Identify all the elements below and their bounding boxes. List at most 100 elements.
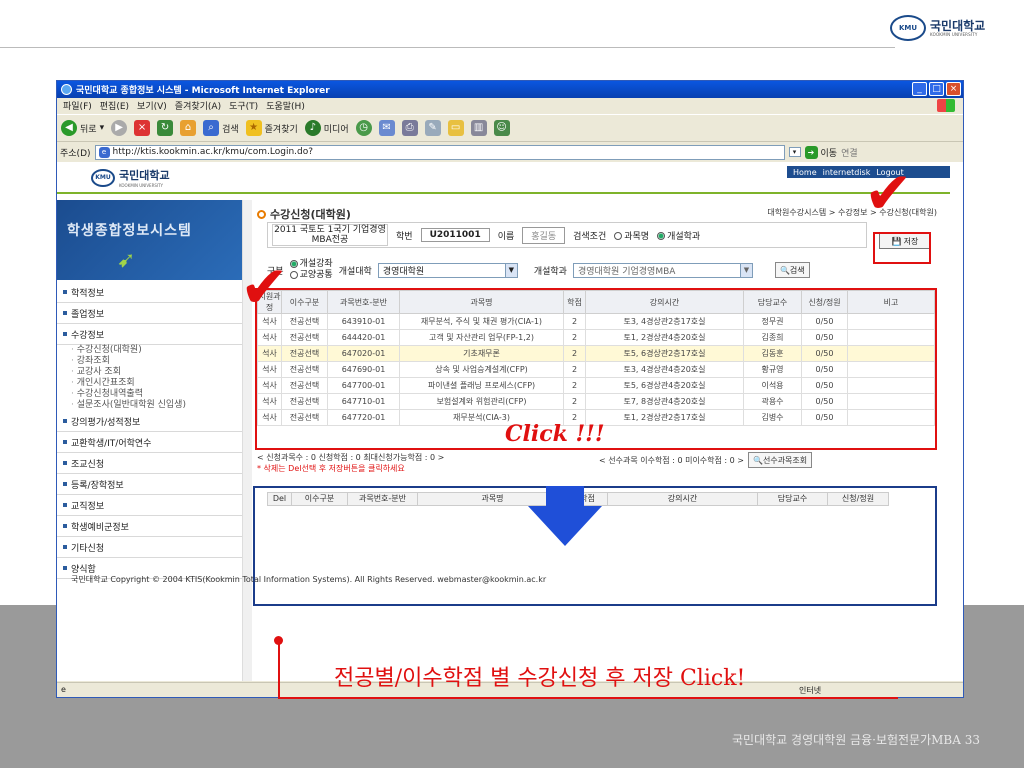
address-label: 주소(D) bbox=[60, 148, 91, 159]
menu-file[interactable]: 파일(F) bbox=[63, 99, 92, 112]
messenger-button[interactable]: ☺ bbox=[493, 120, 510, 136]
table-row[interactable]: 석사 전공선택 643910-01 재무분석, 주식 및 채권 평가(CIA-1) 2 토… bbox=[257, 313, 935, 330]
student-info: 2011 국토도 1국기 기업경영MBA전공 학번 U2011001 이름 홍길… bbox=[267, 222, 867, 248]
research-button[interactable]: ▥ bbox=[470, 120, 487, 136]
dept-select[interactable]: 경영대학원 기업경영MBA ▼ bbox=[572, 262, 753, 278]
sidebar-item-graduation[interactable]: 졸업정보 bbox=[57, 303, 242, 324]
table-cell: 0/50 bbox=[801, 345, 848, 362]
home-icon: ⌂ bbox=[180, 120, 197, 136]
filter-row: 구분 개설강좌 교양공통 개설대학 경영대학원 ▼ 개설학과 경영대학원 기업경영… bbox=[267, 258, 937, 282]
table-cell: 석사 bbox=[257, 345, 282, 362]
table-cell: 토5, 6경상관2층17호실 bbox=[585, 345, 744, 362]
table-cell: 전공선택 bbox=[281, 361, 328, 378]
home-link[interactable]: Home bbox=[793, 168, 817, 177]
back-button[interactable]: ◀ 뒤로 ▾ bbox=[61, 120, 104, 136]
window-titlebar: 국민대학교 종합정보 시스템 - Microsoft Internet Expl… bbox=[57, 81, 963, 98]
header-green-line bbox=[57, 192, 950, 194]
address-input[interactable]: e http://ktis.kookmin.ac.kr/kmu/com.Logi… bbox=[94, 144, 785, 160]
media-button[interactable]: ♪ 미디어 bbox=[304, 120, 349, 136]
print-button[interactable]: ⎙ bbox=[401, 120, 418, 136]
favorites-button[interactable]: ★ 즐겨찾기 bbox=[245, 120, 298, 136]
table-cell: 석사 bbox=[257, 409, 282, 426]
table-cell: 석사 bbox=[257, 377, 282, 394]
menu-help[interactable]: 도움말(H) bbox=[266, 99, 305, 112]
table-cell: 석사 bbox=[257, 329, 282, 346]
menu-edit[interactable]: 편집(E) bbox=[100, 99, 129, 112]
menu-tools[interactable]: 도구(T) bbox=[229, 99, 258, 112]
sidebar-sub-course-search[interactable]: 강좌조회 bbox=[71, 356, 242, 367]
sidebar-sub-print[interactable]: 수강신청내역출력 bbox=[71, 389, 242, 400]
page-title: 수강신청(대학원) bbox=[257, 206, 351, 222]
prereq-search-button[interactable]: 🔍 선수과목조회 bbox=[748, 452, 813, 468]
table-cell bbox=[847, 345, 935, 362]
forward-button[interactable]: ▶ bbox=[111, 120, 128, 136]
radio-subject[interactable]: 과목명 bbox=[614, 229, 649, 242]
maximize-button[interactable]: □ bbox=[929, 82, 944, 96]
refresh-button[interactable]: ↻ bbox=[157, 120, 174, 136]
college-select[interactable]: 경영대학원 ▼ bbox=[377, 262, 518, 278]
student-id-label: 학번 bbox=[396, 231, 413, 242]
sidebar-item-teaching[interactable]: 교직정보 bbox=[57, 495, 242, 516]
brand-name-en: KOOKMIN UNIVERSITY bbox=[930, 31, 978, 37]
address-dropdown[interactable]: ▾ bbox=[788, 147, 801, 157]
folder-button[interactable]: ▭ bbox=[447, 120, 464, 136]
radio-open[interactable]: 개설강좌 bbox=[289, 259, 333, 270]
course-table-body: 석사 전공선택 643910-01 재무분석, 주식 및 채권 평가(CIA-1) 2 토… bbox=[257, 313, 935, 426]
mail-button[interactable]: ✉ bbox=[378, 120, 395, 136]
menu-view[interactable]: 보기(V) bbox=[137, 99, 167, 112]
table-cell: 전공선택 bbox=[281, 345, 328, 362]
minimize-button[interactable]: _ bbox=[912, 82, 927, 96]
sidebar-item-grades[interactable]: 강의평가/성적정보 bbox=[57, 411, 242, 432]
history-button[interactable]: ◷ bbox=[355, 120, 372, 136]
sidebar-sub-instructor[interactable]: 교강사 조회 bbox=[71, 367, 242, 378]
sidebar-item-other[interactable]: 기타신청 bbox=[57, 537, 242, 558]
table-cell: 석사 bbox=[257, 393, 282, 410]
table-cell: 토5, 6경상관4층20호실 bbox=[585, 377, 744, 394]
sidebar: 학생종합정보시스템 ➹ 학적정보 졸업정보 수강정보 수강신청(대학원) 강좌조… bbox=[57, 200, 242, 681]
browser-toolbar: ◀ 뒤로 ▾ ▶ × ↻ ⌂ ⌕ 검색 ★ 즐겨찾기 ♪ 미디어 ◷ ✉ ⎙ ✎ ▭ ▥ … bbox=[57, 114, 963, 142]
research-icon: ▥ bbox=[470, 120, 487, 136]
student-name: 홍길동 bbox=[522, 226, 566, 244]
home-button[interactable]: ⌂ bbox=[180, 120, 197, 136]
windows-flag-icon bbox=[937, 99, 955, 112]
sidebar-sub-timetable[interactable]: 개인시간표조회 bbox=[71, 378, 242, 389]
click-annotation: Click !!! bbox=[505, 421, 605, 447]
search-cond-label: 검색조건 bbox=[573, 231, 607, 242]
menu-favorites[interactable]: 즐겨찾기(A) bbox=[175, 99, 221, 112]
table-row[interactable]: 석사 전공선택 647020-01 기초재무론 2 토5, 6경상관2층17호실 김동훈 0/… bbox=[257, 345, 935, 362]
table-row[interactable]: 석사 전공선택 647690-01 상속 및 사업승계설계(CFP) 2 토3, 4경상관… bbox=[257, 361, 935, 378]
sidebar-item-course[interactable]: 수강정보 bbox=[57, 324, 242, 345]
sidebar-sub-survey[interactable]: 설문조사(일반대학원 신입생) bbox=[71, 400, 242, 411]
sidebar-item-ta[interactable]: 조교신청 bbox=[57, 453, 242, 474]
slide-footer: 국민대학교 경영대학원 금융·보험전문가MBA 33 bbox=[732, 733, 980, 747]
table-row[interactable]: 석사 전공선택 647710-01 보험설계와 위험관리(CFP) 2 토7, 8경상관4… bbox=[257, 393, 935, 410]
sidebar-item-reserve[interactable]: 학생예비군정보 bbox=[57, 516, 242, 537]
links-label[interactable]: 연결 bbox=[841, 146, 858, 159]
sidebar-item-tuition[interactable]: 등록/장학정보 bbox=[57, 474, 242, 495]
messenger-icon: ☺ bbox=[493, 120, 510, 136]
table-cell bbox=[847, 329, 935, 346]
table-cell: 정무권 bbox=[743, 313, 802, 330]
ie-window: 국민대학교 종합정보 시스템 - Microsoft Internet Expl… bbox=[56, 80, 964, 698]
table-row[interactable]: 석사 전공선택 647700-01 파이낸셜 플래닝 프로세스(CFP) 2 토5, 6경… bbox=[257, 377, 935, 394]
sidebar-sub-registration[interactable]: 수강신청(대학원) bbox=[71, 345, 242, 356]
radio-liberal[interactable]: 교양공통 bbox=[289, 270, 333, 281]
course-table: 지원과정 이수구분 과목번호-분반 과목명 학점 강의시간 담당교수 신청/정원… bbox=[257, 290, 935, 426]
search-button[interactable]: ⌕ 검색 bbox=[203, 120, 239, 136]
table-cell: 644420-01 bbox=[327, 329, 400, 346]
table-row[interactable]: 석사 전공선택 644420-01 고객 및 자산관리 업무(FP-1,2) 2 토1, … bbox=[257, 329, 935, 346]
close-button[interactable]: × bbox=[946, 82, 961, 96]
table-cell: 2 bbox=[563, 329, 586, 346]
copyright: 국민대학교 Copyright © 2004 KTIS(Kookmin Tota… bbox=[71, 575, 547, 584]
stop-button[interactable]: × bbox=[134, 120, 151, 136]
sidebar-item-academic[interactable]: 학적정보 bbox=[57, 282, 242, 303]
delete-note: * 삭제는 Del선택 후 저장버튼을 클릭하세요 bbox=[257, 464, 405, 473]
sidebar-item-exchange[interactable]: 교환학생/IT/어학연수 bbox=[57, 432, 242, 453]
go-button[interactable]: ➔ 이동 bbox=[804, 145, 837, 159]
table-cell: 전공선택 bbox=[281, 409, 328, 426]
table-cell: 황규영 bbox=[743, 361, 802, 378]
radio-dept[interactable]: 개설학과 bbox=[657, 229, 700, 242]
site-logo[interactable]: KMU 국민대학교 KOOKMIN UNIVERSITY bbox=[91, 167, 170, 188]
search-button[interactable]: 🔍 검색 bbox=[774, 262, 810, 278]
edit-button[interactable]: ✎ bbox=[424, 120, 441, 136]
